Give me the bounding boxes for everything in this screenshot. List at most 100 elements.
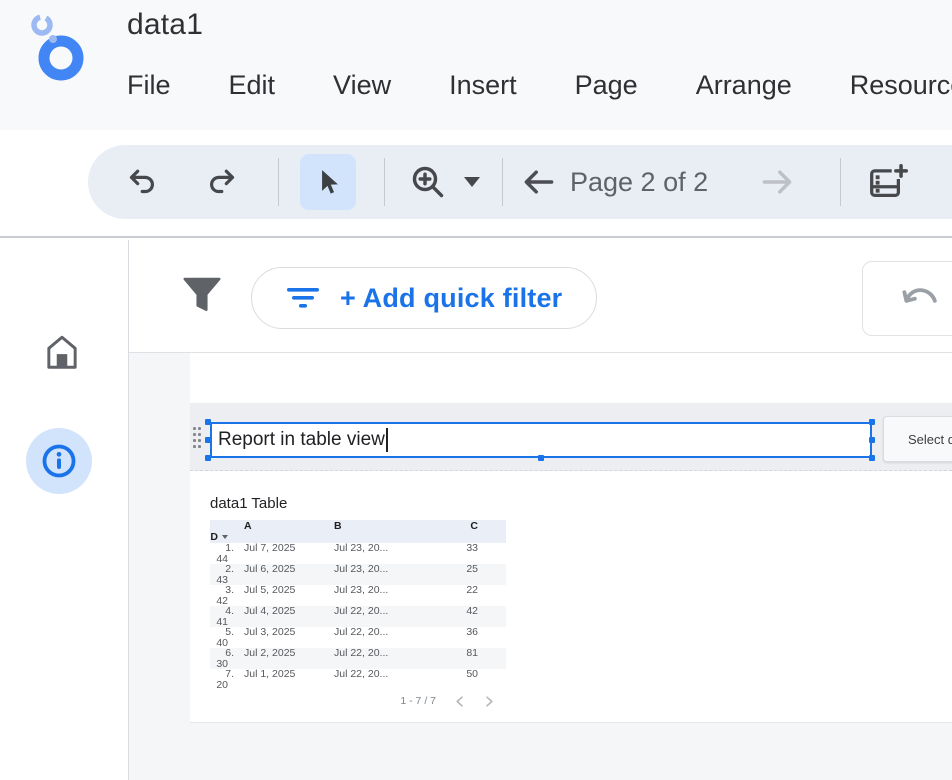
menu-item-edit[interactable]: Edit bbox=[229, 70, 276, 101]
zoom-dropdown-button[interactable] bbox=[454, 145, 490, 219]
toolbar-divider bbox=[278, 158, 279, 206]
table-cell: Jul 23, 20... bbox=[330, 584, 440, 596]
table-cell: Jul 23, 20... bbox=[330, 542, 440, 554]
table-cell: Jul 5, 2025 bbox=[240, 584, 330, 596]
menu-item-insert[interactable]: Insert bbox=[449, 70, 517, 101]
table-cell: Jul 22, 20... bbox=[330, 626, 440, 638]
filter-funnel-icon[interactable] bbox=[181, 274, 223, 316]
add-data-button[interactable] bbox=[856, 145, 920, 219]
drag-handle-icon[interactable] bbox=[193, 427, 205, 449]
resize-handle-top-left[interactable] bbox=[205, 419, 211, 425]
table-row: 6.Jul 2, 2025Jul 22, 20...8130 bbox=[210, 648, 506, 669]
toolbar-divider bbox=[840, 158, 841, 206]
menu-item-view[interactable]: View bbox=[333, 70, 391, 101]
table-cell: Jul 2, 2025 bbox=[240, 647, 330, 659]
select-tool-button[interactable] bbox=[300, 154, 356, 210]
zoom-button[interactable] bbox=[400, 145, 456, 219]
table-cell: Jul 7, 2025 bbox=[240, 542, 330, 554]
table-header-A[interactable]: A bbox=[240, 520, 330, 532]
menu-item-page[interactable]: Page bbox=[575, 70, 638, 101]
toolbar: Page 2 of 2 bbox=[88, 145, 952, 219]
resize-handle-mid-left[interactable] bbox=[205, 437, 211, 443]
report-title[interactable]: data1 bbox=[127, 8, 203, 42]
report-page[interactable]: Report in table view Select dat data1 Ta… bbox=[190, 353, 952, 723]
text-cursor bbox=[386, 428, 388, 452]
looker-studio-logo-icon bbox=[26, 12, 92, 82]
select-date-button[interactable]: Select dat bbox=[883, 416, 952, 462]
resize-handle-bottom-left[interactable] bbox=[205, 455, 211, 461]
table-cell: Jul 22, 20... bbox=[330, 605, 440, 617]
table-cell: Jul 23, 20... bbox=[330, 563, 440, 575]
left-rail bbox=[0, 240, 129, 780]
table-cell: Jul 22, 20... bbox=[330, 647, 440, 659]
textbox-row-highlight: Report in table view Select dat bbox=[190, 403, 952, 471]
home-button[interactable] bbox=[42, 332, 82, 372]
menu-item-file[interactable]: File bbox=[127, 70, 171, 101]
table-cell: Jul 1, 2025 bbox=[240, 668, 330, 680]
table-cell: 81 bbox=[440, 647, 490, 659]
arrow-left-icon bbox=[522, 168, 556, 196]
toolbar-row: Page 2 of 2 bbox=[0, 130, 952, 238]
table-row: 5.Jul 3, 2025Jul 22, 20...3640 bbox=[210, 627, 506, 648]
chevron-right-icon bbox=[485, 696, 494, 707]
app-header: data1 File Edit View Insert Page Arrange Resou… bbox=[0, 0, 952, 130]
filter-lines-icon bbox=[286, 287, 320, 309]
page-indicator: Page 2 of 2 bbox=[570, 145, 708, 219]
resize-handle-mid-right[interactable] bbox=[869, 437, 875, 443]
add-quick-filter-button[interactable]: + Add quick filter bbox=[251, 267, 597, 329]
resize-handle-top-right[interactable] bbox=[869, 419, 875, 425]
table-cell: 33 bbox=[440, 542, 490, 554]
report-title-textbox[interactable]: Report in table view bbox=[210, 422, 872, 458]
table-cell: Jul 4, 2025 bbox=[240, 605, 330, 617]
sort-caret-icon bbox=[222, 535, 228, 539]
table-row: 7.Jul 1, 2025Jul 22, 20...5020 bbox=[210, 669, 506, 690]
table-cell: Jul 22, 20... bbox=[330, 668, 440, 680]
table-row: 1.Jul 7, 2025Jul 23, 20...3344 bbox=[210, 543, 506, 564]
table-row: 2.Jul 6, 2025Jul 23, 20...2543 bbox=[210, 564, 506, 585]
table-cell: 36 bbox=[440, 626, 490, 638]
table-cell: 22 bbox=[440, 584, 490, 596]
redo-icon bbox=[207, 169, 237, 195]
select-date-label: Select dat bbox=[908, 432, 952, 447]
toolbar-divider bbox=[384, 158, 385, 206]
reset-button[interactable]: R bbox=[862, 261, 952, 336]
next-page-button[interactable] bbox=[750, 145, 804, 219]
info-button[interactable] bbox=[26, 428, 92, 494]
info-icon bbox=[40, 442, 78, 480]
toolbar-divider bbox=[502, 158, 503, 206]
table-cell: 25 bbox=[440, 563, 490, 575]
filter-bar: + Add quick filter R bbox=[129, 240, 952, 353]
zoom-in-icon bbox=[410, 164, 446, 200]
table-pagination: 1 - 7 / 7 bbox=[210, 690, 506, 708]
undo-button[interactable] bbox=[112, 145, 172, 219]
main-area: + Add quick filter R Report in table vie… bbox=[129, 240, 952, 780]
menu-item-resource[interactable]: Resource bbox=[850, 70, 952, 101]
pagination-next-button[interactable] bbox=[482, 694, 496, 708]
previous-page-button[interactable] bbox=[512, 145, 566, 219]
resize-handle-bottom-right[interactable] bbox=[869, 455, 875, 461]
table-widget[interactable]: data1 Table ABCD 1.Jul 7, 2025Jul 23, 20… bbox=[210, 495, 506, 708]
menu-item-arrange[interactable]: Arrange bbox=[696, 70, 792, 101]
table-row: 4.Jul 4, 2025Jul 22, 20...4241 bbox=[210, 606, 506, 627]
home-icon bbox=[42, 332, 82, 372]
table-row: 3.Jul 5, 2025Jul 23, 20...2242 bbox=[210, 585, 506, 606]
pagination-prev-button[interactable] bbox=[452, 694, 466, 708]
table-header-B[interactable]: B bbox=[330, 520, 440, 532]
table-header-C[interactable]: C bbox=[440, 520, 490, 532]
menu-bar: File Edit View Insert Page Arrange Resource bbox=[127, 70, 952, 101]
table-cell: Jul 6, 2025 bbox=[240, 563, 330, 575]
table-body: 1.Jul 7, 2025Jul 23, 20...33442.Jul 6, 2… bbox=[210, 543, 506, 690]
resize-handle-bottom-center[interactable] bbox=[538, 455, 544, 461]
add-data-icon bbox=[868, 164, 908, 200]
table-header-row: ABCD bbox=[210, 520, 506, 543]
reset-undo-icon bbox=[901, 285, 941, 313]
chevron-left-icon bbox=[455, 696, 464, 707]
textbox-text: Report in table view bbox=[212, 429, 385, 451]
table-cell: Jul 3, 2025 bbox=[240, 626, 330, 638]
add-quick-filter-label: + Add quick filter bbox=[340, 283, 562, 314]
pagination-range: 1 - 7 / 7 bbox=[400, 695, 436, 707]
table-title: data1 Table bbox=[210, 495, 506, 512]
table-cell: 50 bbox=[440, 668, 490, 680]
undo-icon bbox=[127, 169, 157, 195]
redo-button[interactable] bbox=[192, 145, 252, 219]
